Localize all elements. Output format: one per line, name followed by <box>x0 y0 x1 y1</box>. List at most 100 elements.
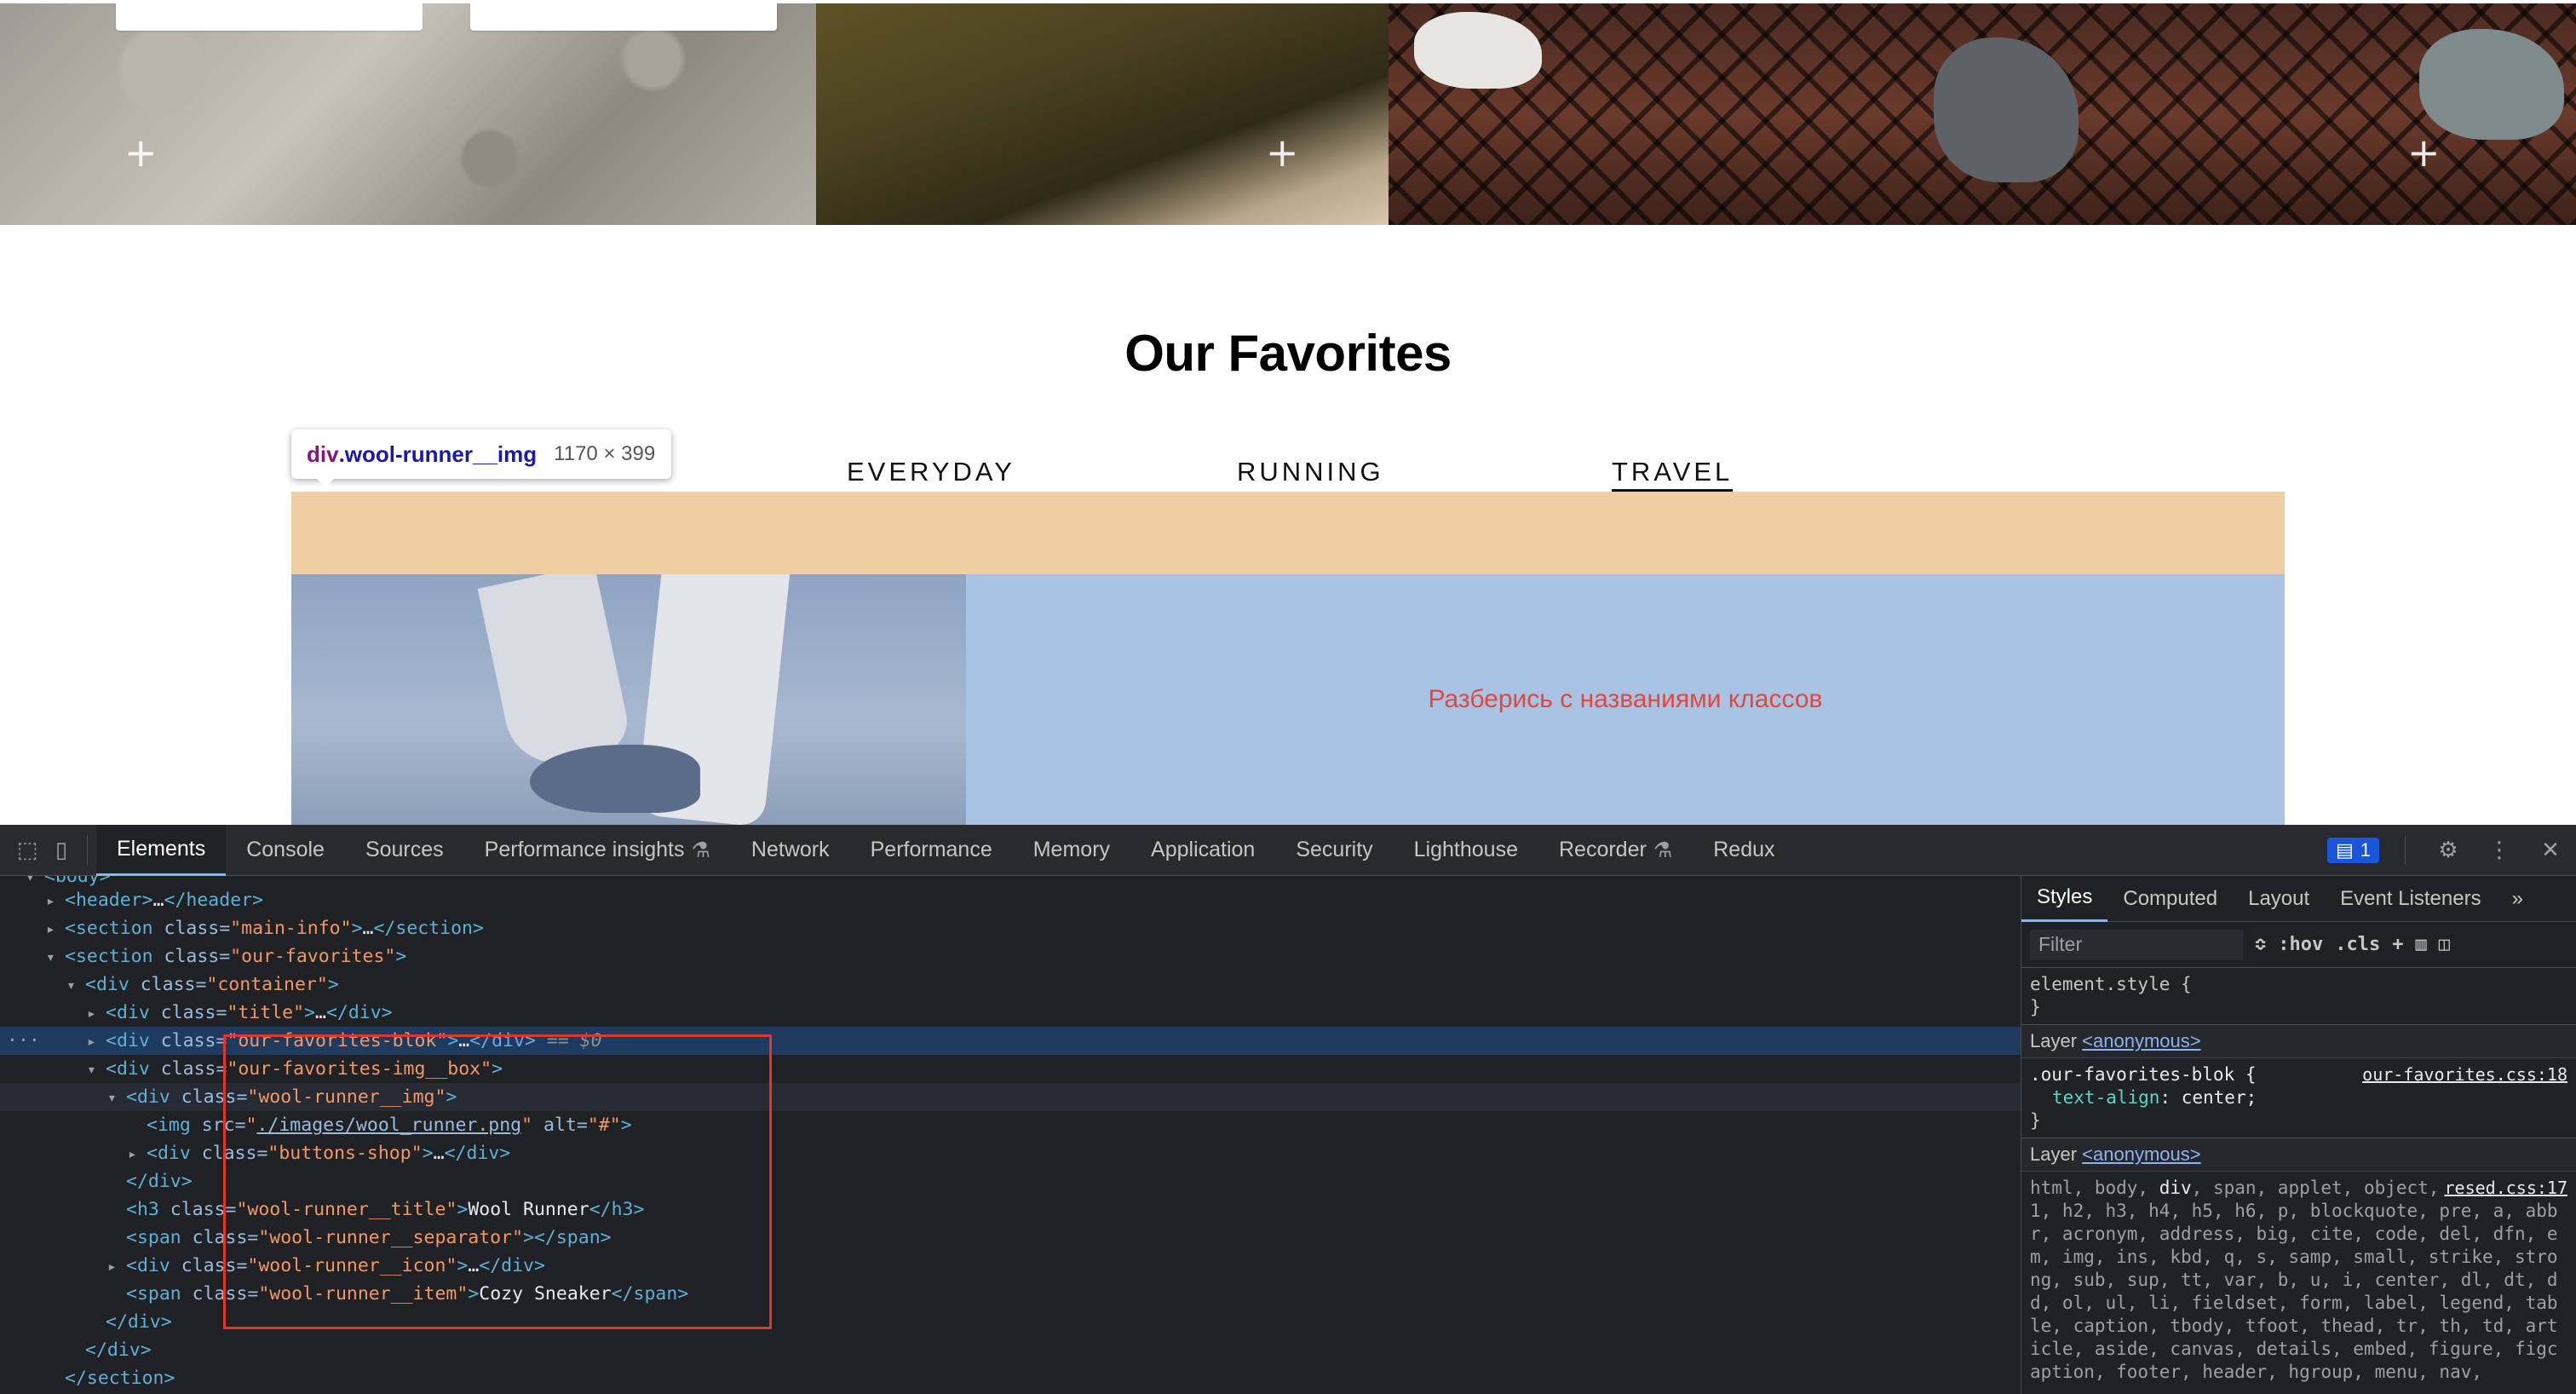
collapse-arrow-icon: ▾ <box>87 1061 96 1079</box>
hero-card-left <box>116 3 423 31</box>
dom-img-box[interactable]: ▾ <div class="our-favorites-img__box"> <box>0 1055 2021 1083</box>
kebab-menu-icon[interactable]: ⋮ <box>2482 833 2516 867</box>
hero-image-strip: + + + <box>0 3 2576 225</box>
layer-link-2[interactable]: <anonymous> <box>2082 1143 2200 1165</box>
element-style-close: } <box>2030 997 2041 1017</box>
dom-section-main-info[interactable]: ▸ <section class="main-info">…</section> <box>0 914 2021 942</box>
photo-leg-left <box>477 574 634 773</box>
dom-h3-title[interactable]: <h3 class="wool-runner__title">Wool Runn… <box>0 1195 2021 1224</box>
actions-divider <box>2405 836 2406 865</box>
new-rule-icon[interactable]: + <box>2392 934 2403 955</box>
tab-sources[interactable]: Sources <box>345 825 464 876</box>
tab-computed[interactable]: Computed <box>2107 876 2233 922</box>
tab-application[interactable]: Application <box>1130 825 1275 876</box>
tab-recorder-label: Recorder <box>1558 838 1647 861</box>
experiment-flask-icon: ⚗ <box>691 838 710 862</box>
dom-our-favorites-blok-selected[interactable]: ··· ▸ <div class="our-favorites-blok">…</d… <box>0 1027 2021 1055</box>
dom-wool-runner-img[interactable]: ▾ <div class="wool-runner__img"> <box>0 1083 2021 1111</box>
tab-performance-insights-label: Performance insights <box>484 838 685 861</box>
dom-section-our-favorites[interactable]: ▾ <section class="our-favorites"> <box>0 942 2021 971</box>
dom-separator-span[interactable]: <span class="wool-runner__separator"></s… <box>0 1224 2021 1252</box>
styles-pane: Styles Computed Layout Event Listeners »… <box>2021 876 2576 1394</box>
computed-sidebar-icon[interactable]: ◫ <box>2439 934 2450 955</box>
dom-container[interactable]: ▾ <div class="container"> <box>0 971 2021 999</box>
tab-security[interactable]: Security <box>1275 825 1393 876</box>
tooltip-size: 1170 × 399 <box>554 442 656 465</box>
collapse-arrow-icon: ▾ <box>107 1089 117 1107</box>
hero-card-right <box>470 3 777 31</box>
issues-badge[interactable]: ▤ 1 <box>2326 838 2379 863</box>
hero-image-water: + <box>816 3 1389 225</box>
dom-title[interactable]: ▸ <div class="title">…</div> <box>0 999 2021 1027</box>
more-options-icon: ··· <box>7 1030 40 1051</box>
dom-close-section[interactable]: </section> <box>0 1364 2021 1392</box>
rule-our-favorites-blok[interactable]: .our-favorites-blok {our-favorites.css:1… <box>2021 1058 2576 1138</box>
tab-everyday[interactable]: EVERYDAY <box>847 457 1015 487</box>
dom-header-line[interactable]: ▸ <header>…</header> <box>0 886 2021 914</box>
layer-header-2: Layer <anonymous> <box>2021 1138 2576 1172</box>
close-icon[interactable]: ✕ <box>2533 833 2567 867</box>
sneaker-white <box>1414 12 1542 89</box>
expand-arrow-icon: ▸ <box>87 1033 96 1051</box>
tab-styles[interactable]: Styles <box>2021 876 2108 922</box>
element-style-rule[interactable]: element.style { } <box>2021 968 2576 1025</box>
devtools-tabbar: ⬚ ▯ Elements Console Sources Performance… <box>0 824 2576 876</box>
element-highlight-padding <box>291 492 2285 574</box>
paint-icon[interactable]: ▥ <box>2415 934 2426 955</box>
dom-close-div-container[interactable]: </div> <box>0 1336 2021 1364</box>
collapse-arrow-icon: ▾ <box>66 976 76 994</box>
tab-network[interactable]: Network <box>731 825 850 876</box>
tooltip-tag: div <box>307 441 339 467</box>
overlay-message: Разберись с названиями классов <box>1428 685 1823 713</box>
expand-arrow-icon: ▸ <box>87 1005 96 1022</box>
dom-img-tag[interactable]: <img src="./images/wool_runner.png" alt=… <box>0 1111 2021 1139</box>
wool-runner-image <box>291 574 966 825</box>
collapse-arrow-icon: ▾ <box>46 948 55 966</box>
plus-icon: + <box>124 130 158 176</box>
dom-item-span[interactable]: <span class="wool-runner__item">Cozy Sne… <box>0 1280 2021 1308</box>
cls-toggle[interactable]: .cls <box>2335 934 2380 955</box>
tab-redux[interactable]: Redux <box>1693 825 1795 876</box>
elements-tree: ▾ <body> ▸ <header>…</header> ▸ <section cl… <box>0 876 2021 1394</box>
rule2-selectors: html, body, div, span, applet, object, i… <box>2030 1178 2558 1382</box>
more-tabs-icon[interactable]: » <box>2497 876 2539 922</box>
tab-elements[interactable]: Elements <box>96 824 227 876</box>
gear-icon[interactable]: ⚙ <box>2431 833 2465 867</box>
sneaker-blue <box>2419 29 2564 140</box>
experiment-flask-icon: ⚗ <box>1653 838 1673 862</box>
tab-console[interactable]: Console <box>226 825 345 876</box>
inspect-element-icon[interactable]: ⬚ <box>10 833 44 867</box>
tab-lighthouse[interactable]: Lighthouse <box>1394 825 1538 876</box>
tab-recorder[interactable]: Recorder ⚗ <box>1538 825 1693 876</box>
tab-running[interactable]: RUNNING <box>1237 457 1384 487</box>
styles-filter-input[interactable]: Filter <box>2030 929 2243 960</box>
devtools-actions: ▤ 1 ⚙ ⋮ ✕ <box>2326 833 2567 867</box>
hero-image-grate-sneakers: + <box>1389 3 2576 225</box>
dom-icon-div[interactable]: ▸ <div class="wool-runner__icon">…</div> <box>0 1252 2021 1280</box>
rule-reset[interactable]: resed.css:17 html, body, div, span, appl… <box>2021 1172 2576 1389</box>
styles-filter-bar: Filter ≎ :hov .cls + ▥ ◫ <box>2021 922 2576 968</box>
tab-memory[interactable]: Memory <box>1013 825 1130 876</box>
rule1-source-link[interactable]: our-favorites.css:18 <box>2362 1063 2567 1086</box>
tab-layout[interactable]: Layout <box>2233 876 2325 922</box>
tab-travel[interactable]: TRAVEL <box>1612 457 1734 493</box>
tooltip-class: .wool-runner__img <box>338 441 538 467</box>
dom-close-div-box[interactable]: </div> <box>0 1308 2021 1336</box>
layer-link[interactable]: <anonymous> <box>2082 1030 2200 1051</box>
tab-performance[interactable]: Performance <box>850 825 1013 876</box>
tabbar-divider <box>87 835 88 865</box>
toggle-sidebar-icon[interactable]: ≎ <box>2255 934 2266 955</box>
tab-event-listeners[interactable]: Event Listeners <box>2325 876 2496 922</box>
dom-close-div-img[interactable]: </div> <box>0 1167 2021 1195</box>
section-title: Our Favorites <box>1124 325 1452 382</box>
plus-icon: + <box>1266 130 1299 176</box>
device-toolbar-icon[interactable]: ▯ <box>44 833 78 867</box>
tab-performance-insights[interactable]: Performance insights ⚗ <box>464 825 731 876</box>
rule1-declaration[interactable]: text-align: center; <box>2030 1086 2567 1109</box>
hov-toggle[interactable]: :hov <box>2278 934 2323 955</box>
issues-icon: ▤ <box>2335 839 2354 861</box>
dom-buttons-shop[interactable]: ▸ <div class="buttons-shop">…</div> <box>0 1139 2021 1167</box>
sneaker-grey <box>1934 37 2079 182</box>
rule2-source-link[interactable]: resed.css:17 <box>2439 1177 2567 1200</box>
styles-tabbar: Styles Computed Layout Event Listeners » <box>2021 876 2576 922</box>
